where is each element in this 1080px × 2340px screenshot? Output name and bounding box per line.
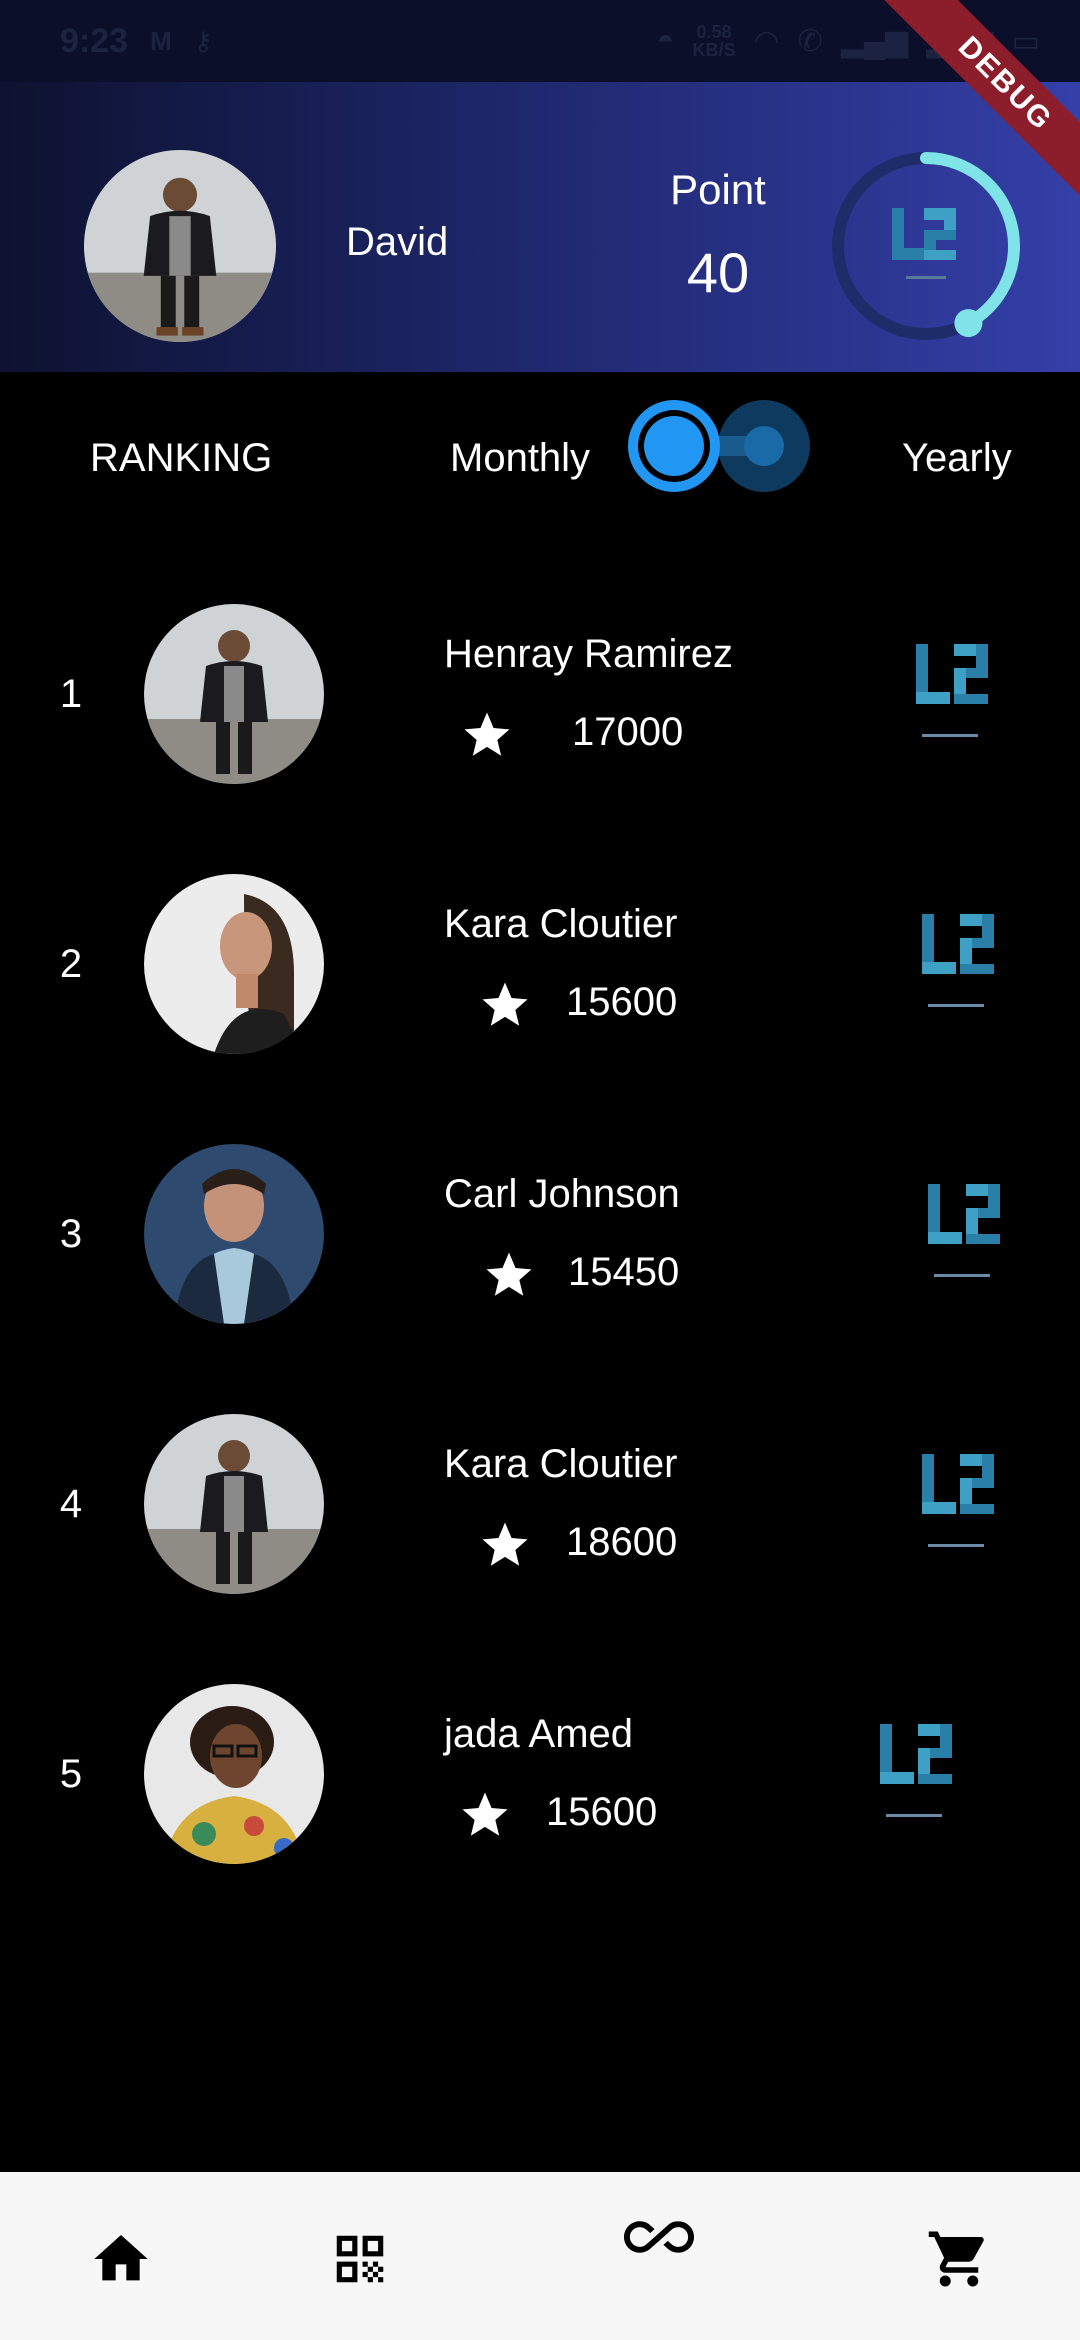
gmail-icon: M bbox=[150, 25, 172, 56]
avatar[interactable] bbox=[84, 150, 276, 342]
wifi-icon: ◠ bbox=[753, 24, 780, 58]
progress-knob bbox=[954, 309, 983, 338]
list-item[interactable]: 5 jada Amed 15600 bbox=[0, 1684, 1080, 1864]
signal-icon: ▂▄▆ bbox=[840, 24, 909, 58]
woman-glasses-photo bbox=[144, 1684, 324, 1864]
avatar bbox=[144, 1144, 324, 1324]
brand-logo-icon bbox=[922, 1454, 994, 1547]
man-jacket-photo bbox=[144, 1414, 324, 1594]
brand-logo-icon bbox=[922, 914, 994, 1007]
monthly-yearly-toggle[interactable] bbox=[622, 394, 822, 504]
list-item[interactable]: 1 Henray Ramirez 17000 bbox=[0, 604, 1080, 784]
player-name: jada Amed bbox=[444, 1712, 634, 1756]
brand-logo-icon bbox=[892, 208, 956, 279]
status-time: 9:23 bbox=[60, 21, 129, 60]
rank-number: 2 bbox=[59, 942, 83, 986]
star-icon bbox=[482, 1522, 528, 1566]
star-icon bbox=[486, 1252, 532, 1296]
avatar bbox=[144, 1684, 324, 1864]
man-jacket-photo bbox=[144, 604, 324, 784]
star-icon bbox=[482, 982, 528, 1026]
player-score: 18600 bbox=[566, 1520, 678, 1564]
user-name: David bbox=[346, 220, 449, 264]
woman-photo bbox=[144, 874, 324, 1054]
rank-number: 4 bbox=[59, 1482, 83, 1526]
ranking-title: RANKING bbox=[90, 436, 273, 480]
point-value: 40 bbox=[686, 241, 750, 304]
list-item[interactable]: 4 Kara Cloutier 18600 bbox=[0, 1414, 1080, 1594]
avatar bbox=[144, 604, 324, 784]
rank-number: 1 bbox=[59, 672, 83, 716]
yearly-option[interactable]: Yearly bbox=[902, 436, 1012, 481]
battery-icon: ▭ bbox=[1011, 24, 1040, 58]
star-icon bbox=[464, 712, 510, 756]
nav-qr-scan[interactable] bbox=[325, 2224, 395, 2294]
wifi-calling-icon: ✆ bbox=[797, 24, 823, 58]
player-score: 17000 bbox=[572, 710, 684, 754]
list-item[interactable]: 2 Kara Cloutier 15600 bbox=[0, 874, 1080, 1054]
man-blue-shirt-photo bbox=[144, 1144, 324, 1324]
ranking-screen: 9:23 M ⚷ ◓ 0.58 KB/S ◠ ✆ ▂▄▆ ▂▄▆ ▭ DEBUG bbox=[0, 0, 1080, 2340]
vpn-icon: ◓ bbox=[656, 24, 675, 57]
brand-logo-icon bbox=[928, 1184, 1000, 1277]
avatar bbox=[144, 1414, 324, 1594]
player-name: Kara Cloutier bbox=[444, 902, 678, 946]
star-icon bbox=[462, 1792, 508, 1836]
profile-header: David Point 40 bbox=[0, 82, 1080, 372]
key-icon: ⚷ bbox=[193, 25, 213, 56]
nav-cart[interactable] bbox=[924, 2224, 994, 2294]
man-jacket-photo bbox=[84, 150, 276, 342]
player-score: 15450 bbox=[568, 1250, 680, 1294]
monthly-option[interactable]: Monthly bbox=[450, 436, 590, 481]
player-score: 15600 bbox=[546, 1790, 658, 1834]
player-name: Henray Ramirez bbox=[444, 632, 733, 676]
brand-logo-icon bbox=[916, 644, 988, 737]
player-score: 15600 bbox=[566, 980, 678, 1024]
home-icon bbox=[94, 2235, 148, 2281]
rank-number: 5 bbox=[59, 1752, 83, 1796]
player-name: Kara Cloutier bbox=[444, 1442, 678, 1486]
points-progress-ring bbox=[832, 152, 1020, 340]
cart-icon bbox=[928, 2231, 984, 2287]
rank-number: 3 bbox=[59, 1212, 83, 1256]
nav-loyalty[interactable] bbox=[624, 2202, 694, 2272]
list-item[interactable]: 3 Carl Johnson 15450 bbox=[0, 1144, 1080, 1324]
avatar bbox=[144, 874, 324, 1054]
nav-home[interactable] bbox=[86, 2224, 156, 2294]
bottom-nav bbox=[0, 2172, 1080, 2340]
point-label: Point bbox=[670, 166, 766, 213]
infinity-icon bbox=[624, 2221, 694, 2253]
brand-logo-icon bbox=[880, 1724, 952, 1817]
qr-code-icon bbox=[336, 2235, 384, 2283]
network-speed: 0.58 KB/S bbox=[692, 22, 736, 60]
player-name: Carl Johnson bbox=[444, 1172, 680, 1216]
